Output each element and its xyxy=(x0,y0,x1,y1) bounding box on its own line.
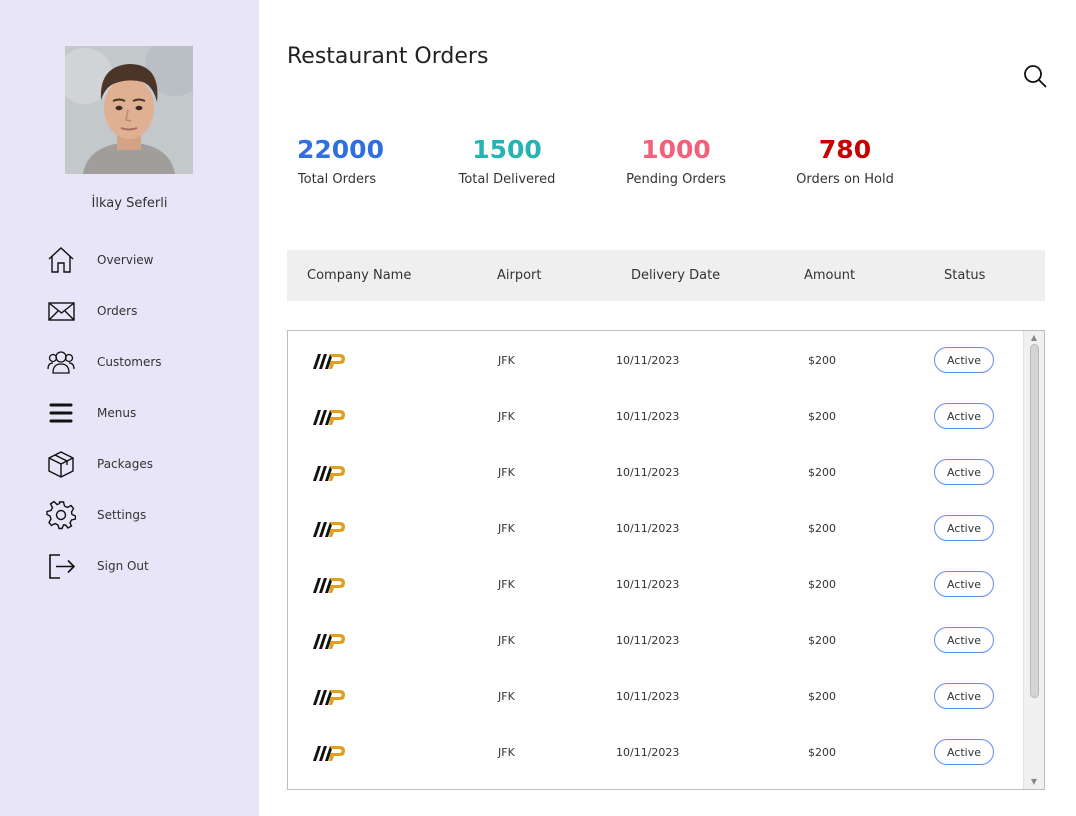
nav-item-sign-out[interactable]: Sign Out xyxy=(46,551,236,581)
cell-amount: $200 xyxy=(808,690,836,703)
table-row[interactable]: JFK 10/11/2023 $200 Active xyxy=(288,556,1023,612)
company-logo xyxy=(313,634,345,649)
gear-icon xyxy=(46,500,78,530)
company-logo xyxy=(313,354,345,369)
table-row[interactable]: JFK 10/11/2023 $200 Active xyxy=(288,612,1023,668)
status-badge[interactable]: Active xyxy=(934,627,994,653)
mail-icon xyxy=(46,296,78,326)
column-header-company-name[interactable]: Company Name xyxy=(307,268,411,283)
status-badge[interactable]: Active xyxy=(934,459,994,485)
company-logo xyxy=(313,410,345,425)
stat-value: 1000 xyxy=(641,135,711,164)
cell-airport: JFK xyxy=(498,634,515,647)
stat-label: Total Orders xyxy=(297,172,377,187)
cell-airport: JFK xyxy=(498,690,515,703)
nav-label-customers: Customers xyxy=(97,355,162,369)
cell-delivery-date: 10/11/2023 xyxy=(616,746,680,759)
cell-airport: JFK xyxy=(498,522,515,535)
status-badge[interactable]: Active xyxy=(934,683,994,709)
nav-label-menus: Menus xyxy=(97,406,137,420)
cell-delivery-date: 10/11/2023 xyxy=(616,354,680,367)
cell-delivery-date: 10/11/2023 xyxy=(616,578,680,591)
package-icon xyxy=(46,449,78,479)
avatar xyxy=(65,46,193,174)
stat-label: Pending Orders xyxy=(626,172,726,187)
cell-amount: $200 xyxy=(808,578,836,591)
nav-item-packages[interactable]: Packages xyxy=(46,449,236,479)
table-row[interactable]: JFK 10/11/2023 $200 Active xyxy=(288,668,1023,724)
cell-delivery-date: 10/11/2023 xyxy=(616,466,680,479)
home-icon xyxy=(46,245,78,275)
stat-pending-orders: 1000 Pending Orders xyxy=(624,135,728,188)
table-row[interactable]: JFK 10/11/2023 $200 Active xyxy=(288,500,1023,556)
column-header-delivery-date[interactable]: Delivery Date xyxy=(631,268,720,283)
column-header-airport[interactable]: Airport xyxy=(497,268,542,283)
stat-value: 1500 xyxy=(472,135,542,164)
nav-label-orders: Orders xyxy=(97,304,138,318)
scroll-thumb[interactable] xyxy=(1030,344,1039,698)
sidebar: İlkay Seferli Overview Orders Customers … xyxy=(0,0,259,816)
nav-label-overview: Overview xyxy=(97,253,154,267)
cell-amount: $200 xyxy=(808,354,836,367)
company-logo xyxy=(313,746,345,761)
nav-label-settings: Settings xyxy=(97,508,147,522)
page-title: Restaurant Orders xyxy=(287,44,489,69)
cell-amount: $200 xyxy=(808,466,836,479)
nav-item-menus[interactable]: Menus xyxy=(46,398,236,428)
orders-table: JFK 10/11/2023 $200 Active JFK 10/11/2023 $200… xyxy=(287,330,1045,790)
nav-item-overview[interactable]: Overview xyxy=(46,245,236,275)
user-name: İlkay Seferli xyxy=(91,196,168,211)
status-badge[interactable]: Active xyxy=(934,347,994,373)
sign-out-icon xyxy=(46,551,78,581)
column-header-amount[interactable]: Amount xyxy=(804,268,855,283)
status-badge[interactable]: Active xyxy=(934,739,994,765)
menu-icon xyxy=(46,398,78,428)
status-badge[interactable]: Active xyxy=(934,403,994,429)
stat-label: Total Delivered xyxy=(458,172,556,187)
cell-airport: JFK xyxy=(498,578,515,591)
status-badge[interactable]: Active xyxy=(934,515,994,541)
avatar-photo xyxy=(65,46,193,174)
table-row[interactable]: JFK 10/11/2023 $200 Active xyxy=(288,388,1023,444)
nav-item-settings[interactable]: Settings xyxy=(46,500,236,530)
company-logo xyxy=(313,690,345,705)
column-header-status[interactable]: Status xyxy=(944,268,985,283)
cell-delivery-date: 10/11/2023 xyxy=(616,522,680,535)
table-header: Company Name Airport Delivery Date Amoun… xyxy=(287,250,1045,301)
cell-delivery-date: 10/11/2023 xyxy=(616,634,680,647)
cell-airport: JFK xyxy=(498,746,515,759)
table-row[interactable]: JFK 10/11/2023 $200 Active xyxy=(288,444,1023,500)
cell-amount: $200 xyxy=(808,522,836,535)
app-window: İlkay Seferli Overview Orders Customers … xyxy=(0,0,1076,816)
company-logo xyxy=(313,578,345,593)
nav-item-customers[interactable]: Customers xyxy=(46,347,236,377)
cell-delivery-date: 10/11/2023 xyxy=(616,410,680,423)
nav-label-sign-out: Sign Out xyxy=(97,559,149,573)
cell-airport: JFK xyxy=(498,410,515,423)
nav-item-orders[interactable]: Orders xyxy=(46,296,236,326)
cell-amount: $200 xyxy=(808,634,836,647)
cell-airport: JFK xyxy=(498,354,515,367)
stat-value: 780 xyxy=(818,135,872,164)
company-logo xyxy=(313,466,345,481)
scroll-down-arrow[interactable]: ▼ xyxy=(1028,777,1040,787)
vertical-scrollbar[interactable]: ▲ ▼ xyxy=(1023,331,1044,789)
scroll-up-arrow[interactable]: ▲ xyxy=(1028,333,1040,343)
stat-total-delivered: 1500 Total Delivered xyxy=(455,135,559,188)
table-row[interactable]: JFK 10/11/2023 $200 Active xyxy=(288,724,1023,780)
cell-airport: JFK xyxy=(498,466,515,479)
stat-label: Orders on Hold xyxy=(796,172,894,187)
customers-icon xyxy=(46,347,78,377)
stat-value: 22000 xyxy=(297,135,384,164)
stat-total-orders: 22000 Total Orders xyxy=(297,135,384,188)
cell-amount: $200 xyxy=(808,410,836,423)
cell-delivery-date: 10/11/2023 xyxy=(616,690,680,703)
company-logo xyxy=(313,522,345,537)
status-badge[interactable]: Active xyxy=(934,571,994,597)
table-row[interactable]: JFK 10/11/2023 $200 Active xyxy=(288,332,1023,388)
stat-orders-on-hold: 780 Orders on Hold xyxy=(794,135,896,188)
cell-amount: $200 xyxy=(808,746,836,759)
nav-label-packages: Packages xyxy=(97,457,153,471)
search-icon[interactable] xyxy=(1022,63,1048,89)
